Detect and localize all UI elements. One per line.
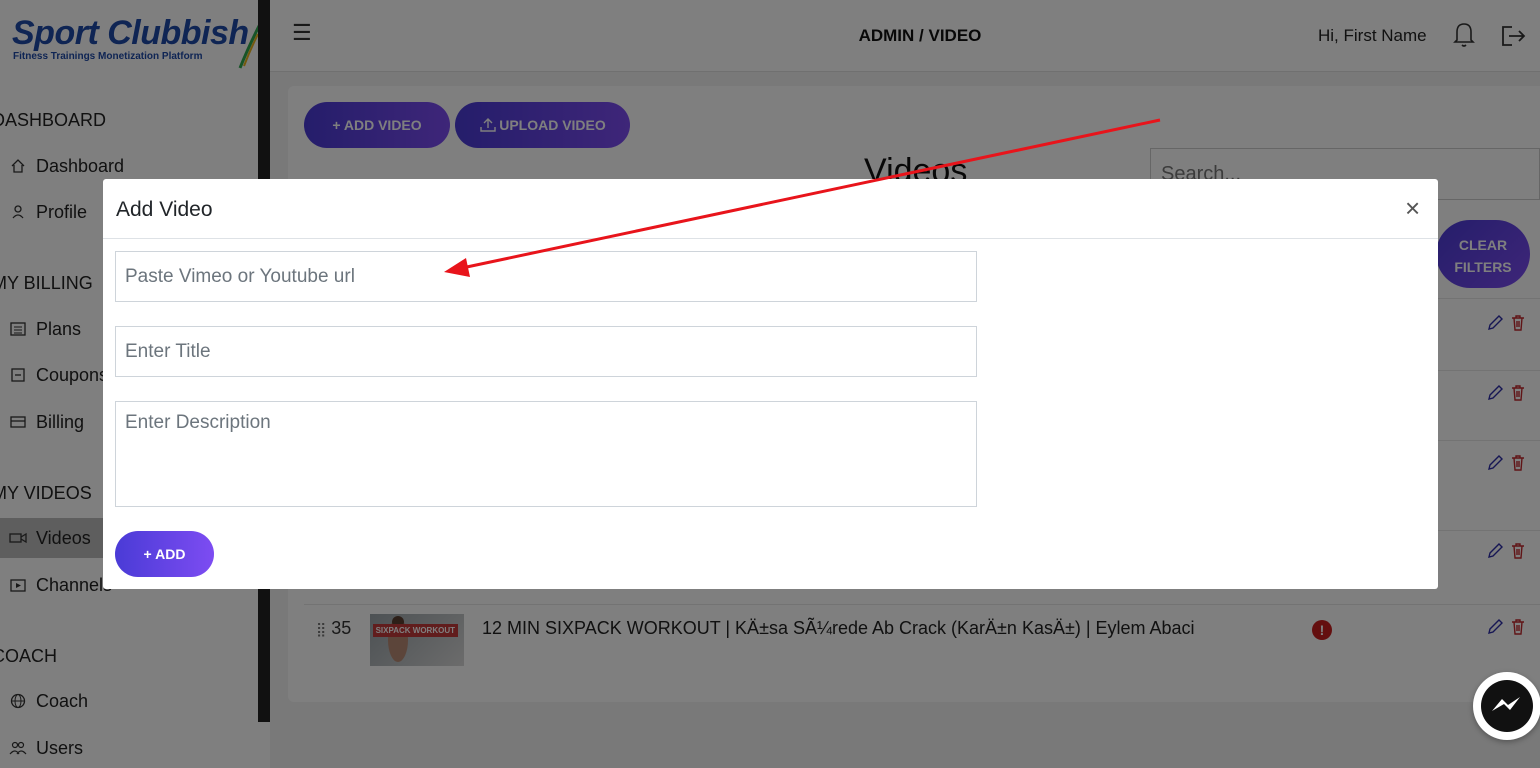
annotation-arrow xyxy=(444,118,1161,277)
messenger-icon xyxy=(1481,680,1533,732)
messenger-chat-button[interactable] xyxy=(1473,672,1540,740)
